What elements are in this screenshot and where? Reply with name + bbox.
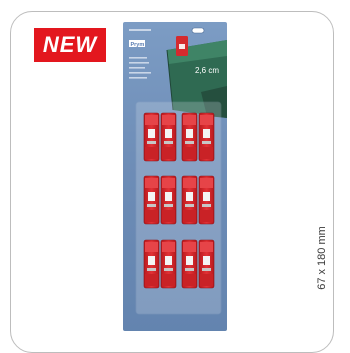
clip [160,112,177,162]
new-badge: NEW [34,28,106,62]
size-label: 2,6 cm [195,66,219,75]
clip [160,175,177,225]
clip [198,112,215,162]
clip [143,112,160,162]
clip [181,239,198,289]
clip [198,239,215,289]
clip [143,175,160,225]
brand-text: Prym [131,42,145,48]
clip [181,175,198,225]
clip-on-fabric [176,36,188,56]
new-badge-label: NEW [42,32,98,57]
clip [198,175,215,225]
hang-hole [191,27,205,34]
dimensions-label: 67 x 180 mm [316,226,328,290]
clip [143,239,160,289]
product-image: Prym 2,6 cm [123,22,227,331]
clip [181,112,198,162]
clip [160,239,177,289]
